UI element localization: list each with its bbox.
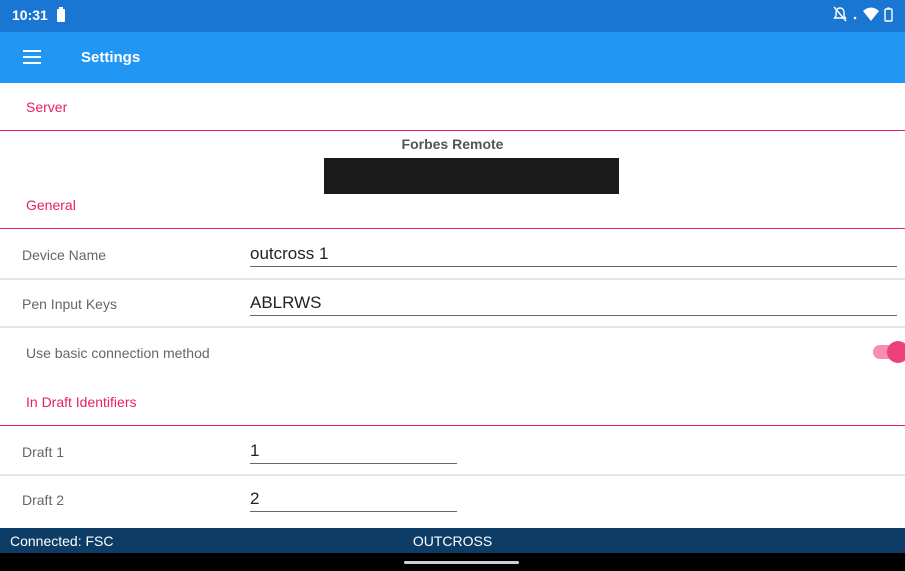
device-name-input[interactable] xyxy=(250,241,897,267)
device-name-label: Device Name xyxy=(22,247,107,263)
section-header-server: Server xyxy=(26,99,68,115)
page-title: Settings xyxy=(81,49,141,66)
row-divider xyxy=(0,474,905,476)
pen-input-keys-label: Pen Input Keys xyxy=(22,296,117,312)
section-divider xyxy=(0,130,905,131)
draft-1-input[interactable] xyxy=(250,438,457,464)
section-divider xyxy=(0,228,905,229)
draft-2-input[interactable] xyxy=(250,486,457,512)
status-time: 10:31 xyxy=(12,7,48,23)
server-name[interactable]: Forbes Remote xyxy=(0,136,905,152)
signal-dots-icon xyxy=(853,16,857,20)
toggle-thumb[interactable] xyxy=(887,341,905,363)
row-divider xyxy=(0,278,905,280)
draft-1-label: Draft 1 xyxy=(22,444,65,460)
battery-icon xyxy=(57,7,65,22)
system-nav-bar xyxy=(0,553,905,571)
pen-input-keys-input[interactable] xyxy=(250,290,897,316)
draft-2-label: Draft 2 xyxy=(22,492,65,508)
section-header-general: General xyxy=(26,197,76,213)
home-gesture-handle[interactable] xyxy=(404,561,519,564)
section-divider xyxy=(0,425,905,426)
row-divider xyxy=(0,326,905,328)
connection-status: Connected: FSC xyxy=(10,533,114,549)
battery-icon xyxy=(884,7,893,22)
status-bar: 10:31 xyxy=(0,0,905,32)
wifi-icon xyxy=(863,7,879,21)
connection-status-bar: OUTCROSS Connected: FSC xyxy=(0,528,905,553)
basic-connection-label: Use basic connection method xyxy=(26,345,210,361)
menu-icon[interactable] xyxy=(20,46,46,68)
notifications-off-icon xyxy=(833,6,847,22)
device-label: OUTCROSS xyxy=(412,533,493,549)
section-header-draft-identifiers: In Draft Identifiers xyxy=(26,394,137,410)
status-icons xyxy=(833,6,893,22)
app-bar: Settings xyxy=(0,32,905,83)
redacted-server-address xyxy=(324,158,619,194)
